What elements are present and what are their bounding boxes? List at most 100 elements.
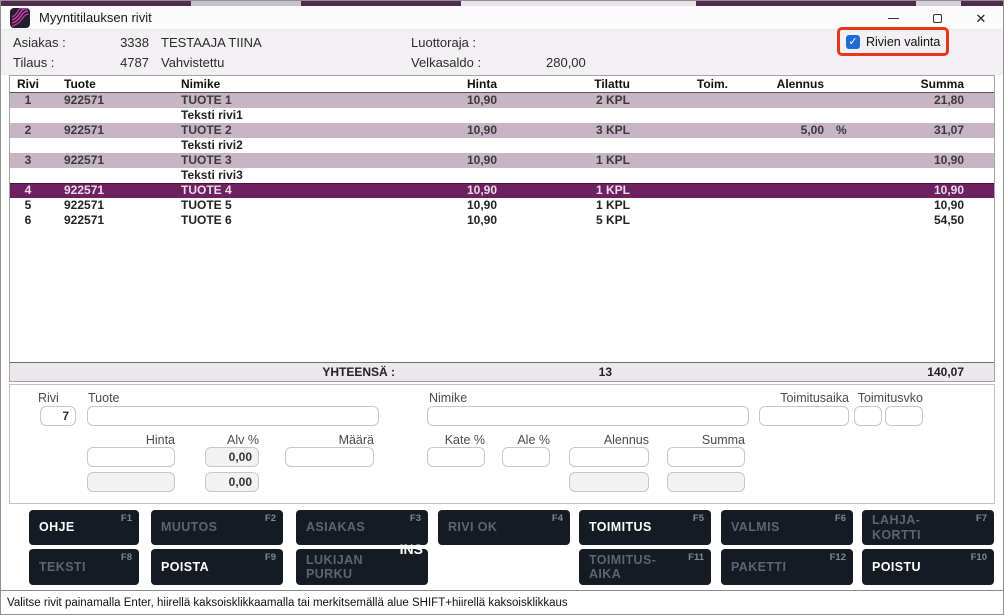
customer-label: Asiakas : [13, 35, 66, 50]
maara-label: Määrä [285, 433, 374, 447]
alennus-field-2[interactable] [569, 472, 649, 492]
f2-key-label: F2 [265, 513, 276, 524]
credit-limit-label: Luottoraja : [411, 35, 476, 50]
maara-field[interactable] [285, 447, 374, 467]
toimitus-button[interactable]: TOIMITUSF5 [579, 510, 711, 545]
total-quantity: 13 [503, 363, 638, 381]
teksti-button[interactable]: TEKSTIF8 [29, 549, 139, 585]
order-label: Tilaus : [13, 55, 54, 70]
kate-field[interactable] [427, 447, 485, 467]
customer-name: TESTAAJA TIINA [161, 35, 262, 50]
status-bar: Valitse rivit painamalla Enter, hiirellä… [1, 590, 1003, 615]
row-select-label: Rivien valinta [866, 35, 940, 49]
app-icon [10, 8, 30, 28]
hinta-field[interactable] [87, 447, 175, 467]
alennus-label: Alennus [569, 433, 649, 447]
ohje-button[interactable]: OHJEF1 [29, 510, 139, 545]
table-text-row[interactable]: Teksti rivi1 [10, 108, 994, 123]
f4-key-label: F4 [552, 513, 563, 524]
alv-field[interactable] [205, 447, 259, 467]
asiakas-button[interactable]: ASIAKASF3 [296, 510, 428, 545]
highlight-annotation-box: ✓ Rivien valinta [837, 27, 949, 56]
valmis-button[interactable]: VALMISF6 [721, 510, 853, 545]
summa-field[interactable] [667, 447, 745, 467]
nimike-label: Nimike [429, 391, 467, 405]
customer-number: 3338 [96, 35, 149, 50]
col-header-tuote: Tuote [46, 76, 161, 92]
f7-key-label: F7 [976, 513, 987, 524]
summa-field-2[interactable] [667, 472, 745, 492]
minimize-icon [888, 18, 899, 19]
f1-key-label: F1 [121, 513, 132, 524]
paketti-button[interactable]: PAKETTIF12 [721, 549, 853, 585]
kate-label: Kate % [427, 433, 485, 447]
maximize-icon [933, 14, 942, 23]
col-header-summa: Summa [868, 76, 994, 92]
table-row[interactable]: 5 922571 TUOTE 5 10,90 1 KPL 10,90 [10, 198, 994, 213]
col-header-toim: Toim. [638, 76, 738, 92]
debt-label: Velkasaldo : [411, 55, 481, 70]
alv-label: Alv % [205, 433, 259, 447]
table-row-selected[interactable]: 4 922571 TUOTE 4 10,90 1 KPL 10,90 [10, 183, 994, 198]
col-header-rivi: Rivi [10, 76, 46, 92]
f10-key-label: F10 [971, 552, 987, 563]
row-edit-form: Rivi Tuote Nimike Toimitusaika Toimitusv… [9, 384, 995, 504]
f6-key-label: F6 [835, 513, 846, 524]
f11-key-label: F11 [688, 552, 704, 563]
toimitusvko-field-1[interactable] [854, 406, 882, 426]
order-number: 4787 [96, 55, 149, 70]
table-row[interactable]: 2 922571 TUOTE 2 10,90 3 KPL 5,00 % 31,0… [10, 123, 994, 138]
ins-key-label: INS [400, 541, 423, 557]
nimike-field[interactable] [427, 406, 749, 426]
table-total-row: YHTEENSÄ : 13 140,07 [10, 362, 994, 381]
rivi-ok-button[interactable]: RIVI OKF4 [438, 510, 570, 545]
toimitusaika-field[interactable] [759, 406, 849, 426]
table-text-row[interactable]: Teksti rivi3 [10, 168, 994, 183]
total-label: YHTEENSÄ : [161, 363, 413, 381]
tuote-label: Tuote [88, 391, 120, 405]
order-status: Vahvistettu [161, 55, 224, 70]
table-text-row[interactable]: Teksti rivi2 [10, 138, 994, 153]
ale-field[interactable] [502, 447, 550, 467]
col-header-hinta: Hinta [413, 76, 503, 92]
toimitusvko-field-2[interactable] [885, 406, 923, 426]
f12-key-label: F12 [830, 552, 846, 563]
row-select-checkbox[interactable]: ✓ [846, 35, 860, 49]
order-rows-table: Rivi Tuote Nimike Hinta Tilattu Toim. Al… [9, 75, 995, 382]
sales-order-rows-window: Myyntitilauksen rivit ✕ Asiakas : 3338 T… [0, 0, 1004, 615]
toimitusaika-button[interactable]: TOIMITUS-AIKAF11 [579, 549, 711, 585]
lahjakortti-button[interactable]: LAHJA-KORTTIF7 [862, 510, 994, 545]
status-text: Valitse rivit painamalla Enter, hiirellä… [7, 597, 568, 609]
alv-field-2[interactable] [205, 472, 259, 492]
close-icon: ✕ [976, 12, 987, 25]
rivi-field[interactable] [40, 406, 76, 426]
check-icon: ✓ [848, 36, 857, 48]
summa-label: Summa [667, 433, 745, 447]
f3-key-label: F3 [410, 513, 421, 524]
window-title: Myyntitilauksen rivit [39, 10, 152, 25]
col-header-alennus: Alennus [738, 76, 828, 92]
debt-value: 280,00 [546, 55, 586, 70]
f9-key-label: F9 [265, 552, 276, 563]
rivi-label: Rivi [38, 391, 59, 405]
hinta-field-2[interactable] [87, 472, 175, 492]
poistu-button[interactable]: POISTUF10 [862, 549, 994, 585]
alennus-field[interactable] [569, 447, 649, 467]
lukijan-purku-button[interactable]: LUKIJAN PURKUINS [296, 549, 428, 585]
col-header-tilattu: Tilattu [503, 76, 638, 92]
hinta-label: Hinta [87, 433, 175, 447]
poista-button[interactable]: POISTAF9 [151, 549, 283, 585]
toimitusaika-label: Toimitusaika [759, 391, 849, 405]
total-sum: 140,07 [868, 363, 994, 381]
table-row[interactable]: 6 922571 TUOTE 6 10,90 5 KPL 54,50 [10, 213, 994, 228]
muutos-button[interactable]: MUUTOSF2 [151, 510, 283, 545]
table-row[interactable]: 1 922571 TUOTE 1 10,90 2 KPL 21,80 [10, 93, 994, 108]
f8-key-label: F8 [121, 552, 132, 563]
table-row[interactable]: 3 922571 TUOTE 3 10,90 1 KPL 10,90 [10, 153, 994, 168]
col-header-nimike: Nimike [161, 76, 413, 92]
table-header-row: Rivi Tuote Nimike Hinta Tilattu Toim. Al… [10, 76, 994, 93]
function-buttons: OHJEF1 MUUTOSF2 ASIAKASF3 RIVI OKF4 TOIM… [1, 504, 1003, 590]
toimitusvko-label: Toimitusvko [850, 391, 923, 405]
tuote-field[interactable] [87, 406, 379, 426]
close-button[interactable]: ✕ [959, 6, 1003, 30]
